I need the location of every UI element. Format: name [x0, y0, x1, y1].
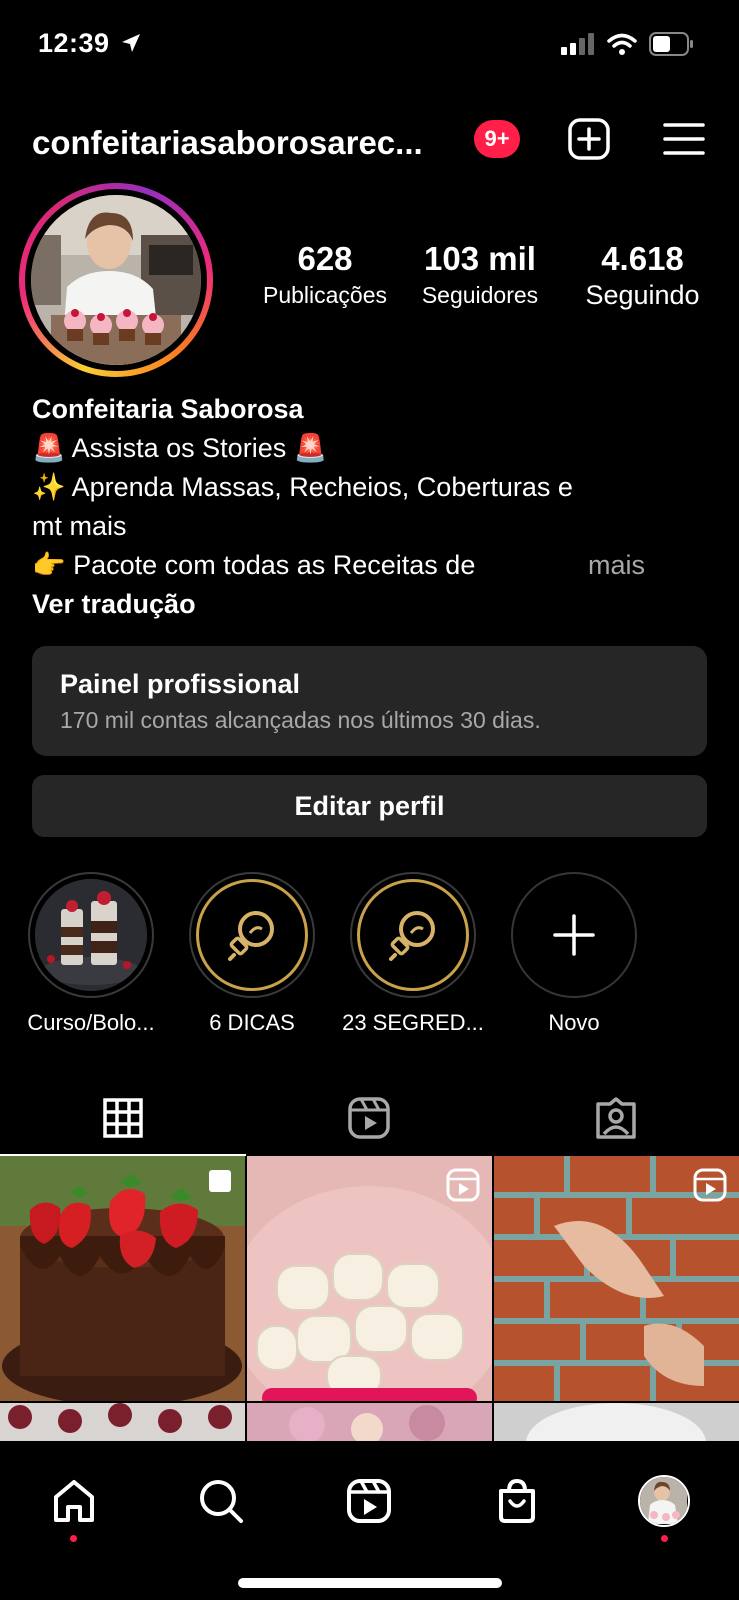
stat-followers[interactable]: 103 mil Seguidores: [405, 240, 555, 310]
highlight-item[interactable]: 23 SEGRED...: [338, 872, 488, 1036]
nav-profile[interactable]: [634, 1471, 694, 1531]
bio-display-name: Confeitaria Saborosa: [32, 394, 304, 424]
post-thumbnail[interactable]: [247, 1403, 492, 1441]
location-arrow-icon: [120, 32, 142, 59]
tagged-icon: [596, 1097, 636, 1139]
wifi-icon: [607, 33, 637, 60]
profile-activity-dot: [661, 1535, 668, 1542]
notification-badge[interactable]: 9+: [474, 120, 520, 158]
stat-posts-count: 628: [297, 240, 353, 277]
add-post-icon: [568, 118, 610, 160]
menu-button[interactable]: [659, 114, 709, 164]
multiple-photos-icon: [207, 1168, 233, 1199]
add-post-button[interactable]: [564, 114, 614, 164]
reel-icon: [446, 1168, 480, 1207]
nav-search[interactable]: [191, 1471, 251, 1531]
profile-stats: 628 Publicações 103 mil Seguidores 4.618…: [250, 240, 720, 320]
story-highlights: Curso/Bolo... 6 DICAS 23 SEGRED... Novo: [0, 872, 739, 1042]
nav-shop[interactable]: [487, 1471, 547, 1531]
highlight-item[interactable]: 6 DICAS: [177, 872, 327, 1036]
new-highlight-button[interactable]: Novo: [499, 872, 649, 1036]
grid-icon: [103, 1098, 143, 1138]
professional-dashboard-subtitle: 170 mil contas alcançadas nos últimos 30…: [60, 707, 541, 733]
signal-icon: [561, 33, 595, 60]
status-indicators: [561, 32, 695, 61]
profile-header: confeitariasaborosarec... 9+: [0, 110, 739, 170]
stat-posts-label: Publicações: [262, 282, 388, 308]
bio-line: ✨ Aprenda Massas, Recheios, Coberturas e: [32, 472, 573, 502]
post-thumbnail[interactable]: [247, 1156, 492, 1401]
professional-dashboard-card[interactable]: Painel profissional 170 mil contas alcan…: [32, 646, 707, 756]
highlight-label: Novo: [548, 1010, 600, 1035]
nav-home[interactable]: [44, 1471, 104, 1531]
reel-icon: [693, 1168, 727, 1207]
profile-content-tabs: [0, 1080, 739, 1156]
profile-avatar-story-ring[interactable]: [19, 183, 213, 377]
home-activity-dot: [70, 1535, 77, 1542]
bottom-navigation: [0, 1441, 739, 1600]
highlight-label: Curso/Bolo...: [27, 1010, 155, 1035]
highlight-cover: [518, 879, 630, 991]
profile-avatar: [638, 1475, 690, 1527]
bio-more-link[interactable]: mais: [588, 546, 645, 585]
stat-following-label: Seguindo: [585, 280, 700, 310]
highlight-cover: [196, 879, 308, 991]
stat-posts[interactable]: 628 Publicações: [250, 240, 400, 310]
plus-icon: [553, 914, 595, 956]
stat-following-count: 4.618: [601, 240, 684, 277]
nav-reels[interactable]: [339, 1471, 399, 1531]
bio-line: 🚨 Assista os Stories 🚨: [32, 433, 328, 463]
post-thumbnail[interactable]: [494, 1403, 739, 1441]
highlight-cover: [35, 879, 147, 991]
edit-profile-button[interactable]: Editar perfil: [32, 775, 707, 837]
highlight-label: 6 DICAS: [209, 1010, 295, 1035]
status-bar: 12:39: [0, 0, 739, 90]
highlight-cover: [357, 879, 469, 991]
home-icon: [54, 1480, 94, 1522]
profile-bio: Confeitaria Saborosa 🚨 Assista os Storie…: [32, 390, 712, 624]
tab-posts-grid[interactable]: [0, 1080, 246, 1156]
highlight-item[interactable]: Curso/Bolo...: [16, 872, 166, 1036]
lightbulb-icon: [228, 911, 274, 961]
posts-grid: [0, 1156, 739, 1441]
battery-icon: [649, 32, 695, 61]
profile-avatar: [31, 195, 201, 365]
home-indicator: [238, 1578, 502, 1588]
post-thumbnail[interactable]: [0, 1403, 245, 1441]
menu-icon: [663, 123, 705, 155]
username-switcher[interactable]: confeitariasaborosarec...: [32, 124, 462, 162]
tab-tagged[interactable]: [493, 1080, 739, 1156]
post-thumbnail[interactable]: [494, 1156, 739, 1401]
search-icon: [200, 1480, 243, 1523]
highlight-label: 23 SEGRED...: [342, 1010, 484, 1035]
lightbulb-icon: [389, 911, 435, 961]
shop-icon: [499, 1478, 535, 1523]
reels-icon: [347, 1479, 391, 1523]
post-thumbnail[interactable]: [0, 1156, 245, 1401]
status-time: 12:39: [38, 28, 110, 58]
tab-reels[interactable]: [246, 1080, 492, 1156]
professional-dashboard-title: Painel profissional: [60, 669, 301, 699]
stat-followers-count: 103 mil: [424, 240, 536, 277]
bio-line: mt mais: [32, 511, 127, 541]
stat-followers-label: Seguidores: [421, 282, 539, 308]
reels-icon: [348, 1097, 390, 1139]
stat-following[interactable]: 4.618 Seguindo: [565, 240, 720, 310]
see-translation-link[interactable]: Ver tradução: [32, 585, 712, 624]
